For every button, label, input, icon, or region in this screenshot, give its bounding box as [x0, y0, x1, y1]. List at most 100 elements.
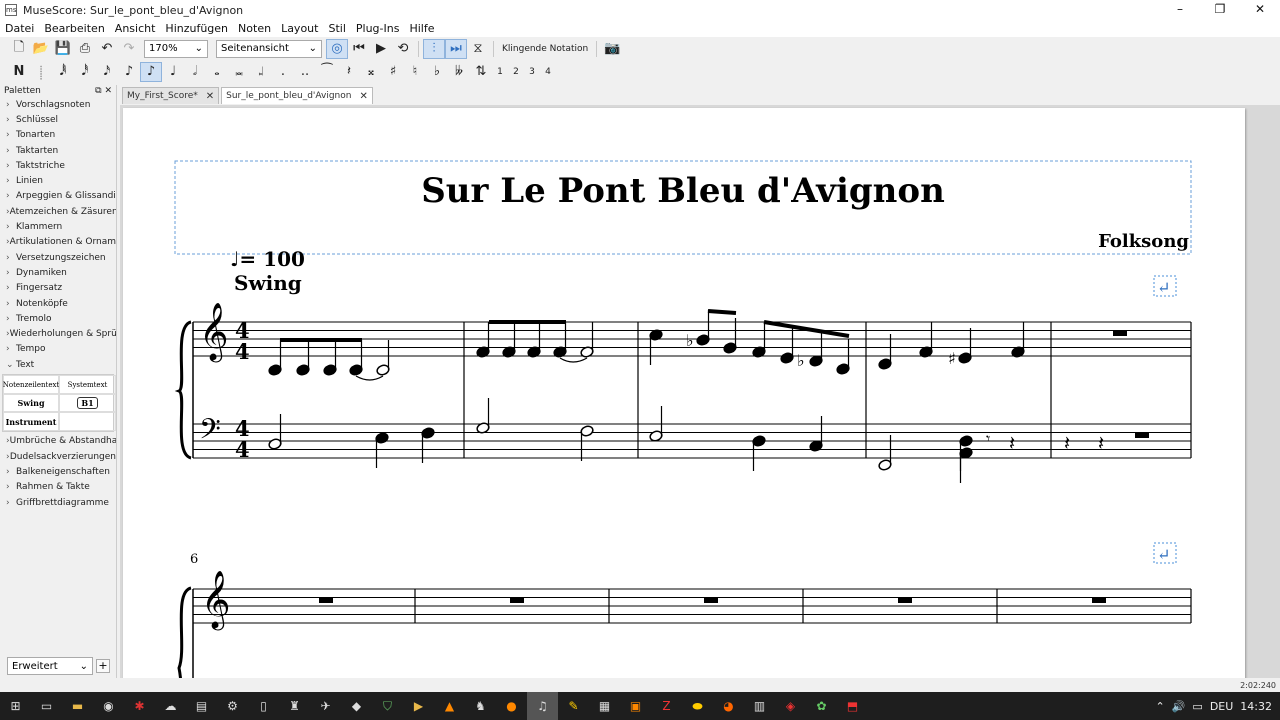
- app-icon[interactable]: ●: [496, 692, 527, 720]
- open-folder-icon[interactable]: 📂: [30, 39, 52, 59]
- whole-rest[interactable]: [1135, 433, 1149, 438]
- loop-out-icon[interactable]: ⏭: [445, 38, 467, 59]
- volume-icon[interactable]: 🔊: [1172, 700, 1186, 713]
- whole-rest[interactable]: [1113, 331, 1127, 336]
- rehearsal-mark-cell[interactable]: B1: [59, 393, 116, 413]
- sharp-icon[interactable]: ♯: [948, 349, 956, 368]
- app-icon[interactable]: ▣: [620, 692, 651, 720]
- app-icon[interactable]: ⚙: [217, 692, 248, 720]
- menu-layout[interactable]: Layout: [281, 22, 318, 35]
- palette-item[interactable]: › Schlüssel: [0, 112, 116, 127]
- view-mode-select[interactable]: Seitenansicht ⌄: [216, 39, 322, 58]
- palette-item-text[interactable]: ⌄ Text: [0, 357, 116, 372]
- add-workspace-button[interactable]: +: [96, 659, 110, 673]
- whole-note-icon[interactable]: 𝅝: [206, 62, 228, 82]
- eighth-note-icon[interactable]: ♪: [118, 62, 140, 82]
- menu-ansicht[interactable]: Ansicht: [115, 22, 156, 35]
- palette-item[interactable]: › Taktarten: [0, 143, 116, 158]
- zoom-select[interactable]: 170% ⌄: [144, 39, 208, 58]
- task-view-icon[interactable]: ▭: [31, 692, 62, 720]
- flat-icon[interactable]: ♭: [426, 62, 448, 82]
- 32nd-note-icon[interactable]: 𝅘𝅥𝅰: [74, 62, 96, 82]
- whole-rest[interactable]: [319, 598, 333, 603]
- notes-system-1[interactable]: ♭ ♭ ♯ 𝄾 𝄽 𝄽 𝄽: [268, 309, 1149, 603]
- clock[interactable]: 14:32: [1240, 700, 1272, 713]
- app-icon[interactable]: ⬬: [682, 692, 713, 720]
- undo-icon[interactable]: ↶: [96, 39, 118, 59]
- metronome-icon[interactable]: ⧖: [467, 39, 489, 59]
- rest[interactable]: 𝄾: [986, 429, 990, 448]
- app-icon[interactable]: ◉: [93, 692, 124, 720]
- instrument-change-cell[interactable]: Instrument: [3, 412, 59, 431]
- palette-item[interactable]: › Dynamiken: [0, 265, 116, 280]
- half-note-icon[interactable]: 𝅗𝅥: [184, 62, 206, 82]
- menu-noten[interactable]: Noten: [238, 22, 271, 35]
- minimize-button[interactable]: –: [1160, 0, 1200, 20]
- rewind-icon[interactable]: ⏮: [348, 39, 370, 59]
- palette-item[interactable]: › Tempo: [0, 342, 116, 357]
- staff-text-cell[interactable]: Notenzeilentext: [3, 375, 59, 394]
- tie-icon[interactable]: ⁀: [316, 62, 338, 82]
- new-score-icon[interactable]: 🗋: [8, 39, 30, 59]
- loop-in-icon[interactable]: ⫶: [423, 38, 445, 59]
- whole-rest[interactable]: [1092, 598, 1106, 603]
- palette-item[interactable]: › Tonarten: [0, 128, 116, 143]
- windows-start-icon[interactable]: ⊞: [0, 692, 31, 720]
- rest[interactable]: 𝄽: [1098, 431, 1104, 455]
- swing-text-cell[interactable]: Swing: [3, 393, 59, 413]
- app-icon[interactable]: ▯: [248, 692, 279, 720]
- double-sharp-icon[interactable]: 𝄪: [360, 62, 382, 82]
- breve-icon[interactable]: 𝅜: [228, 62, 250, 82]
- time-signature-bottom[interactable]: 4: [235, 339, 250, 364]
- app-icon[interactable]: ☁: [155, 692, 186, 720]
- palette-item[interactable]: › Linien: [0, 173, 116, 188]
- treble-clef-icon[interactable]: 𝄞: [199, 302, 229, 363]
- app-icon[interactable]: ✿: [806, 692, 837, 720]
- file-explorer-icon[interactable]: ▬: [62, 692, 93, 720]
- longa-icon[interactable]: 𝆷: [250, 62, 272, 82]
- flip-direction-icon[interactable]: ⇅: [470, 62, 492, 82]
- app-icon[interactable]: ◈: [775, 692, 806, 720]
- maximize-button[interactable]: ❐: [1200, 0, 1240, 20]
- app-icon[interactable]: ✎: [558, 692, 589, 720]
- swing-text[interactable]: Swing: [234, 271, 302, 295]
- close-icon[interactable]: ✕: [359, 91, 367, 102]
- close-icon[interactable]: ✕: [206, 91, 214, 102]
- rest[interactable]: 𝄽: [1009, 431, 1015, 455]
- voice-3-button[interactable]: 3: [524, 67, 540, 77]
- bass-staff-system-1[interactable]: [193, 423, 1192, 459]
- vlc-icon[interactable]: ▲: [434, 692, 465, 720]
- natural-icon[interactable]: ♮: [404, 62, 426, 82]
- score-canvas[interactable]: Sur Le Pont Bleu d'Avignon Folksong ♩= 1…: [120, 105, 1280, 678]
- note-beam[interactable]: [707, 309, 737, 315]
- voice-1-button[interactable]: 1: [492, 67, 508, 77]
- save-icon[interactable]: 💾: [52, 39, 74, 59]
- palette-workspace-select[interactable]: Erweitert ⌄: [7, 657, 93, 675]
- calculator-icon[interactable]: ▥: [744, 692, 775, 720]
- 64th-note-icon[interactable]: 𝅘𝅥𝅱: [52, 62, 74, 82]
- palette-item[interactable]: ›Wiederholungen & Sprünge: [0, 326, 116, 341]
- whole-rest[interactable]: [898, 598, 912, 603]
- menu-stil[interactable]: Stil: [328, 22, 345, 35]
- rest-icon[interactable]: 𝄽: [338, 62, 360, 82]
- palette-item[interactable]: › Klammern: [0, 219, 116, 234]
- bass-clef-icon[interactable]: 𝄢: [199, 413, 221, 453]
- treble-staff-system-2[interactable]: [192, 588, 1192, 678]
- palette-item[interactable]: › Griffbrettdiagramme: [0, 495, 116, 510]
- voice-2-button[interactable]: 2: [508, 67, 524, 77]
- note-beam[interactable]: [763, 320, 850, 338]
- palette-item[interactable]: › Notenköpfe: [0, 296, 116, 311]
- whole-rest[interactable]: [510, 598, 524, 603]
- app-icon[interactable]: ♜: [279, 692, 310, 720]
- flat-icon[interactable]: ♭: [686, 331, 694, 350]
- palette-item[interactable]: › Vorschlagsnoten: [0, 97, 116, 112]
- tempo-marking[interactable]: ♩= 100: [230, 247, 305, 271]
- menu-hilfe[interactable]: Hilfe: [409, 22, 434, 35]
- palette-item[interactable]: › Rahmen & Takte: [0, 480, 116, 495]
- score-title[interactable]: Sur Le Pont Bleu d'Avignon: [421, 171, 945, 211]
- app-icon[interactable]: ♞: [465, 692, 496, 720]
- palette-item[interactable]: › Taktstriche: [0, 158, 116, 173]
- palette-item[interactable]: › Arpeggien & Glissandi: [0, 189, 116, 204]
- treble-clef-icon[interactable]: 𝄞: [201, 570, 231, 631]
- palette-item[interactable]: › Tremolo: [0, 311, 116, 326]
